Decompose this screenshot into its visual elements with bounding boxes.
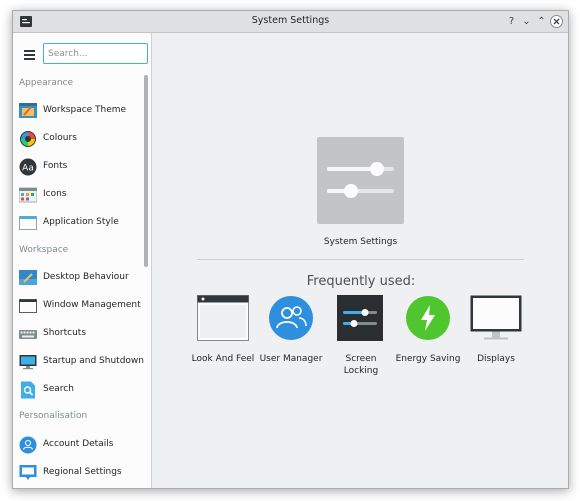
regional-icon [19,465,37,480]
section-workspace: Workspace [19,245,69,255]
search-input[interactable] [43,43,148,64]
sidebar-item-window-management[interactable]: Window Management [19,294,143,318]
sidebar-item-label: Fonts [43,161,68,171]
frequent-item-displays[interactable]: Displays [462,295,530,365]
sidebar-item-label: Search [43,384,74,394]
sidebar-item-label: Startup and Shutdown [43,356,144,366]
divider [197,259,524,260]
desktop-behaviour-icon [19,270,37,285]
energy-saving-icon [406,296,450,340]
sidebar-item-regional-settings[interactable]: Regional Settings [19,461,143,485]
sidebar-item-account-details[interactable]: Account Details [19,433,143,457]
sidebar: Appearance Workspace Theme Colours [13,33,152,488]
sidebar-item-label: Desktop Behaviour [43,272,129,282]
frequent-item-label: Displays [477,354,515,364]
displays-icon [470,295,522,340]
close-button[interactable] [550,15,563,28]
sidebar-item-fonts[interactable]: Aa Fonts [19,155,143,179]
sidebar-item-workspace-theme[interactable]: Workspace Theme [19,99,143,123]
icons-icon [19,187,37,203]
window-title: System Settings [251,15,330,26]
frequent-item-label: Look And Feel [191,354,255,364]
monitor-icon [19,355,37,370]
user-icon [19,436,37,454]
sidebar-item-label: Account Details [43,439,114,449]
system-settings-logo-icon [317,137,404,224]
search-icon [21,381,35,399]
frequent-item-label: User Manager [259,354,323,364]
frequent-item-look-and-feel[interactable]: Look And Feel [189,295,257,365]
sidebar-item-label: Workspace Theme [43,105,127,115]
frequent-item-label: Screen Locking [343,354,379,376]
keyboard-icon [19,330,37,339]
colours-icon [20,131,36,147]
sidebar-item-label: Window Management [43,300,141,310]
svg-text:Aa: Aa [22,164,34,174]
frequent-item-energy-saving[interactable]: Energy Saving [394,295,462,365]
frequent-item-label: Energy Saving [395,354,461,364]
workspace-theme-icon [19,103,37,118]
sidebar-item-search[interactable]: Search [19,378,143,402]
main-panel: System Settings Frequently used: Look An… [152,33,568,488]
fonts-icon: Aa [19,158,37,176]
sidebar-scrollbar[interactable] [144,75,148,267]
application-style-icon [19,216,37,230]
minimize-button[interactable]: ⌄ [520,15,533,28]
sidebar-item-colours[interactable]: Colours [19,127,143,151]
look-and-feel-icon [197,295,249,341]
help-button[interactable]: ? [505,15,518,28]
section-appearance: Appearance [19,78,74,88]
frequent-item-user-manager[interactable]: User Manager [257,295,325,365]
sidebar-item-icons[interactable]: Icons [19,183,143,207]
hamburger-menu-icon[interactable] [24,50,35,60]
frequently-used-heading: Frequently used: [306,274,416,289]
sidebar-item-label: Colours [43,133,77,143]
maximize-button[interactable]: ⌃ [535,15,548,28]
sidebar-item-startup-and-shutdown[interactable]: Startup and Shutdown [19,350,144,374]
sidebar-item-label: Icons [43,189,67,199]
window-management-icon [19,299,37,313]
sidebar-item-shortcuts[interactable]: Shortcuts [19,322,143,346]
sidebar-item-application-style[interactable]: Application Style [19,211,143,235]
frequent-item-screen-locking[interactable]: Screen Locking [327,295,395,377]
main-title: System Settings [323,237,398,247]
sidebar-item-label: Regional Settings [43,467,122,477]
close-icon [553,18,560,25]
section-personalisation: Personalisation [19,411,88,421]
sidebar-item-label: Shortcuts [43,328,87,338]
screen-locking-icon [337,295,383,341]
title-bar[interactable]: System Settings ? ⌄ ⌃ [13,11,568,33]
user-manager-icon [269,296,313,340]
sidebar-item-desktop-behaviour[interactable]: Desktop Behaviour [19,266,143,290]
system-settings-window: System Settings ? ⌄ ⌃ Appearance Workspa… [12,10,569,489]
sidebar-item-label: Application Style [43,217,119,227]
